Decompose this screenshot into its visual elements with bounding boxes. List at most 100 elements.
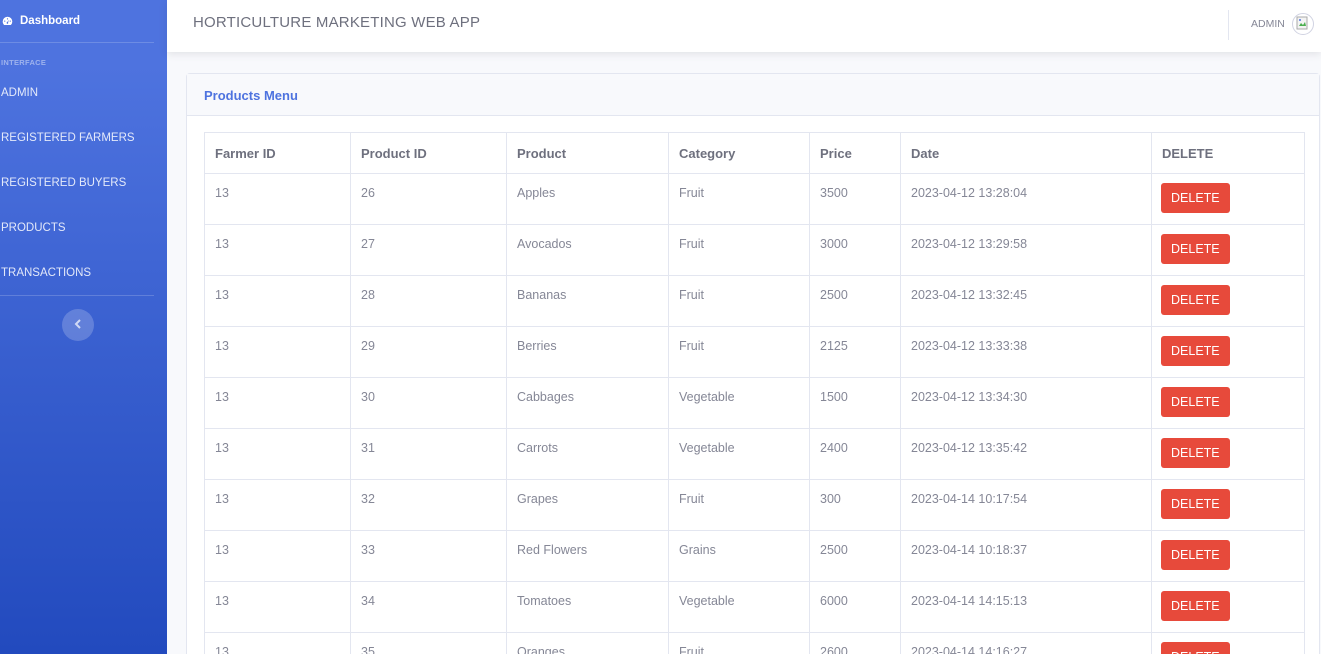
topbar: HORTICULTURE MARKETING WEB APP ADMIN [167, 0, 1321, 52]
table-cell: 33 [350, 530, 507, 582]
card-title: Products Menu [187, 74, 1319, 116]
column-header: Product ID [350, 132, 507, 174]
sidebar-divider [0, 295, 154, 296]
table-cell: 3500 [809, 173, 901, 225]
table-cell: 31 [350, 428, 507, 480]
table-header-row: Farmer ID Product ID Product Category Price D… [204, 132, 1305, 174]
table-cell: Carrots [506, 428, 669, 480]
sidebar-item-label: REGISTERED FARMERS [1, 131, 135, 144]
table-cell: 2023-04-12 13:33:38 [900, 326, 1152, 378]
app-title: HORTICULTURE MARKETING WEB APP [193, 14, 481, 31]
table-cell: Fruit [668, 224, 810, 276]
delete-button[interactable]: DELETE [1161, 234, 1230, 264]
sidebar-item-registered-farmers[interactable]: REGISTERED FARMERS [0, 115, 167, 160]
table-cell: Grains [668, 530, 810, 582]
table-cell: 300 [809, 479, 901, 531]
avatar[interactable] [1292, 13, 1314, 35]
table-cell: Vegetable [668, 428, 810, 480]
table-cell: Red Flowers [506, 530, 669, 582]
table-cell: 2023-04-14 14:15:13 [900, 581, 1152, 633]
table-cell: 2600 [809, 632, 901, 654]
table-cell: Vegetable [668, 377, 810, 429]
table-cell: 2400 [809, 428, 901, 480]
column-header: Price [809, 132, 901, 174]
table-cell: 27 [350, 224, 507, 276]
table-cell-action: DELETE [1151, 530, 1305, 582]
table-cell: Fruit [668, 173, 810, 225]
table-cell: 13 [204, 581, 351, 633]
column-header: DELETE [1151, 132, 1305, 174]
table-row: 13 27 Avocados Fruit 3000 2023-04-12 13:29:58… [204, 224, 1305, 276]
table-cell: Fruit [668, 275, 810, 327]
table-row: 13 33 Red Flowers Grains 2500 2023-04-14 10:1… [204, 530, 1305, 582]
sidebar-item-admin[interactable]: ADMIN [0, 70, 167, 115]
table-cell: 2125 [809, 326, 901, 378]
sidebar-brand-label: Dashboard [20, 15, 81, 27]
table-cell: Cabbages [506, 377, 669, 429]
table-cell: 13 [204, 479, 351, 531]
table-row: 13 29 Berries Fruit 2125 2023-04-12 13:33:38 D… [204, 326, 1305, 378]
table-cell-action: DELETE [1151, 326, 1305, 378]
table-cell-action: DELETE [1151, 479, 1305, 531]
delete-button[interactable]: DELETE [1161, 387, 1230, 417]
table-cell: Bananas [506, 275, 669, 327]
table-row: 13 34 Tomatoes Vegetable 6000 2023-04-14 14:1… [204, 581, 1305, 633]
delete-button[interactable]: DELETE [1161, 183, 1230, 213]
table-cell: 13 [204, 428, 351, 480]
sidebar-item-label: ADMIN [1, 86, 39, 99]
delete-button[interactable]: DELETE [1161, 438, 1230, 468]
sidebar-item-products[interactable]: PRODUCTS [0, 205, 167, 250]
delete-button[interactable]: DELETE [1161, 540, 1230, 570]
delete-button[interactable]: DELETE [1161, 489, 1230, 519]
table-cell: 2500 [809, 275, 901, 327]
table-cell-action: DELETE [1151, 377, 1305, 429]
table-cell: 26 [350, 173, 507, 225]
table-cell: 13 [204, 377, 351, 429]
table-row: 13 28 Bananas Fruit 2500 2023-04-12 13:32:45 D… [204, 275, 1305, 327]
table-cell: 29 [350, 326, 507, 378]
table-cell: 2023-04-12 13:28:04 [900, 173, 1152, 225]
table-cell: 13 [204, 275, 351, 327]
table-cell: 2023-04-14 14:16:27 [900, 632, 1152, 654]
table-cell: 13 [204, 224, 351, 276]
table-cell-action: DELETE [1151, 275, 1305, 327]
table-cell: 2023-04-12 13:35:42 [900, 428, 1152, 480]
delete-button[interactable]: DELETE [1161, 591, 1230, 621]
column-header: Product [506, 132, 669, 174]
topbar-divider [1228, 10, 1229, 40]
delete-button[interactable]: DELETE [1161, 336, 1230, 366]
products-table-wrapper: Farmer ID Product ID Product Category Price D… [204, 132, 1305, 654]
table-cell: 30 [350, 377, 507, 429]
table-row: 1335OrangesFruit26002023-04-14 14:16:27 D… [204, 632, 1305, 654]
table-cell: Vegetable [668, 581, 810, 633]
table-cell: Avocados [506, 224, 669, 276]
table-cell: 13 [204, 530, 351, 582]
user-name[interactable]: ADMIN [1251, 18, 1285, 30]
table-cell: 3000 [809, 224, 901, 276]
table-cell-action: DELETE [1151, 632, 1305, 654]
table-row: 13 32 Grapes Fruit 300 2023-04-14 10:17:54 DEL… [204, 479, 1305, 531]
tachometer-icon [2, 16, 13, 27]
column-header: Farmer ID [204, 132, 351, 174]
table-cell: 2023-04-12 13:29:58 [900, 224, 1152, 276]
table-cell: Apples [506, 173, 669, 225]
delete-button[interactable]: DELETE [1161, 642, 1230, 654]
column-header: Date [900, 132, 1152, 174]
table-cell: 13 [204, 173, 351, 225]
table-row: 13 30 Cabbages Vegetable 1500 2023-04-12 13:3… [204, 377, 1305, 429]
table-row: 13 31 Carrots Vegetable 2400 2023-04-12 13:35… [204, 428, 1305, 480]
chevron-left-icon [74, 316, 82, 334]
table-cell: 35 [350, 632, 507, 654]
sidebar-heading: INTERFACE [1, 58, 47, 67]
column-header: Category [668, 132, 810, 174]
sidebar-item-transactions[interactable]: TRANSACTIONS [0, 250, 167, 295]
delete-button[interactable]: DELETE [1161, 285, 1230, 315]
sidebar-item-label: REGISTERED BUYERS [1, 176, 127, 189]
table-cell-action: DELETE [1151, 428, 1305, 480]
table-cell: 2023-04-12 13:34:30 [900, 377, 1152, 429]
sidebar-item-label: TRANSACTIONS [1, 266, 92, 279]
table-cell-action: DELETE [1151, 581, 1305, 633]
sidebar-item-registered-buyers[interactable]: REGISTERED BUYERS [0, 160, 167, 205]
sidebar-brand[interactable]: Dashboard [0, 0, 167, 42]
sidebar-toggle-button[interactable] [62, 309, 94, 341]
